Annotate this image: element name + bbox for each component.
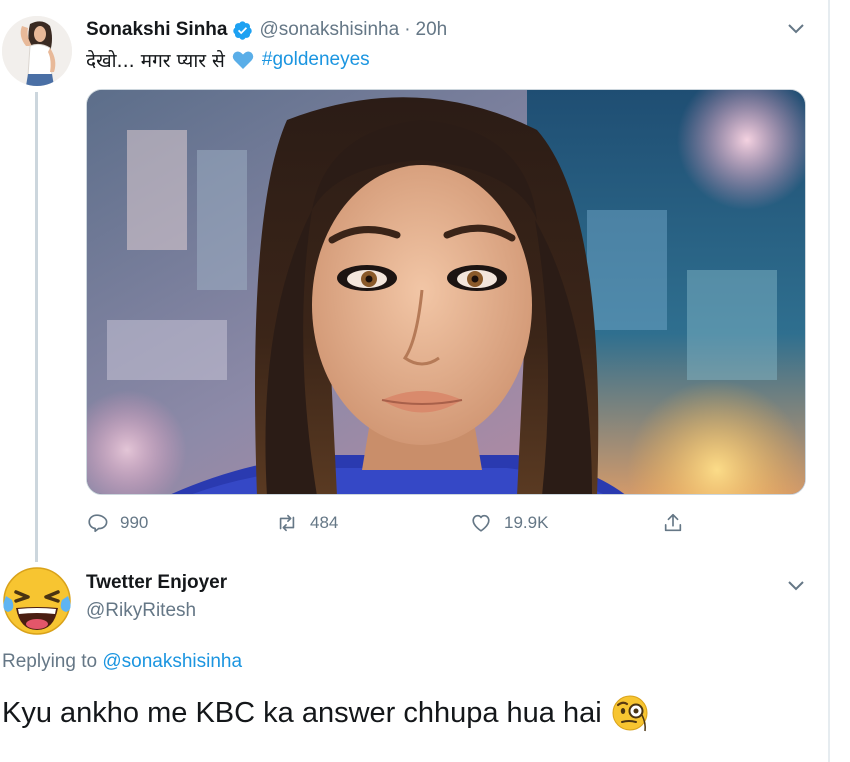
- column-border: [828, 0, 830, 762]
- laughing-crying-emoji-icon: [3, 567, 71, 635]
- tweet-actions: 990 484 19.9K: [86, 508, 706, 538]
- tweet-text: देखो... मगर प्यार से #goldeneyes: [86, 47, 370, 73]
- reply-author-name[interactable]: Twetter Enjoyer: [86, 572, 227, 594]
- tweet-timestamp[interactable]: 20h: [416, 19, 448, 41]
- tweet-thread: Sonakshi Sinha @sonakshisinha · 20h देखो…: [0, 0, 850, 762]
- replying-to-mention[interactable]: @sonakshisinha: [102, 651, 242, 672]
- reply-author-handle[interactable]: @RikyRitesh: [86, 600, 196, 622]
- thread-line: [35, 92, 38, 562]
- replying-to-label: Replying to: [2, 651, 98, 672]
- chevron-down-icon[interactable]: [786, 575, 806, 595]
- retweet-button[interactable]: 484: [276, 508, 338, 538]
- separator-dot: ·: [404, 19, 411, 40]
- retweet-icon: [279, 514, 295, 532]
- reply-text-body: Kyu ankho me KBC ka answer chhupa hua ha…: [2, 696, 602, 729]
- author-handle[interactable]: @sonakshisinha: [259, 19, 399, 41]
- share-icon: [664, 513, 682, 532]
- like-count: 19.9K: [504, 513, 549, 532]
- reply-icon: [88, 514, 108, 533]
- retweet-count: 484: [310, 513, 339, 532]
- tweet-photo[interactable]: [86, 89, 806, 495]
- blue-heart-icon: [232, 50, 254, 70]
- tweet-header: Sonakshi Sinha @sonakshisinha · 20h: [86, 17, 447, 43]
- original-tweet[interactable]: Sonakshi Sinha @sonakshisinha · 20h देखो…: [0, 0, 828, 562]
- chevron-down-icon[interactable]: [786, 18, 806, 38]
- reply-text: Kyu ankho me KBC ka answer chhupa hua ha…: [2, 693, 652, 733]
- tweet-text-hindi: देखो... मगर प्यार से: [86, 50, 225, 72]
- replying-to-line: Replying to @sonakshisinha: [2, 651, 242, 673]
- reply-count: 990: [120, 513, 149, 532]
- author-avatar[interactable]: [2, 16, 72, 86]
- share-button[interactable]: [662, 508, 696, 538]
- verified-badge-icon: [232, 20, 253, 41]
- face-with-monocle-icon: [612, 693, 652, 733]
- hashtag-link[interactable]: #goldeneyes: [262, 49, 370, 71]
- heart-icon: [472, 514, 490, 532]
- author-name[interactable]: Sonakshi Sinha: [86, 19, 227, 41]
- reply-author-avatar[interactable]: [2, 566, 72, 636]
- reply-button[interactable]: 990: [86, 508, 148, 538]
- like-button[interactable]: 19.9K: [470, 508, 548, 538]
